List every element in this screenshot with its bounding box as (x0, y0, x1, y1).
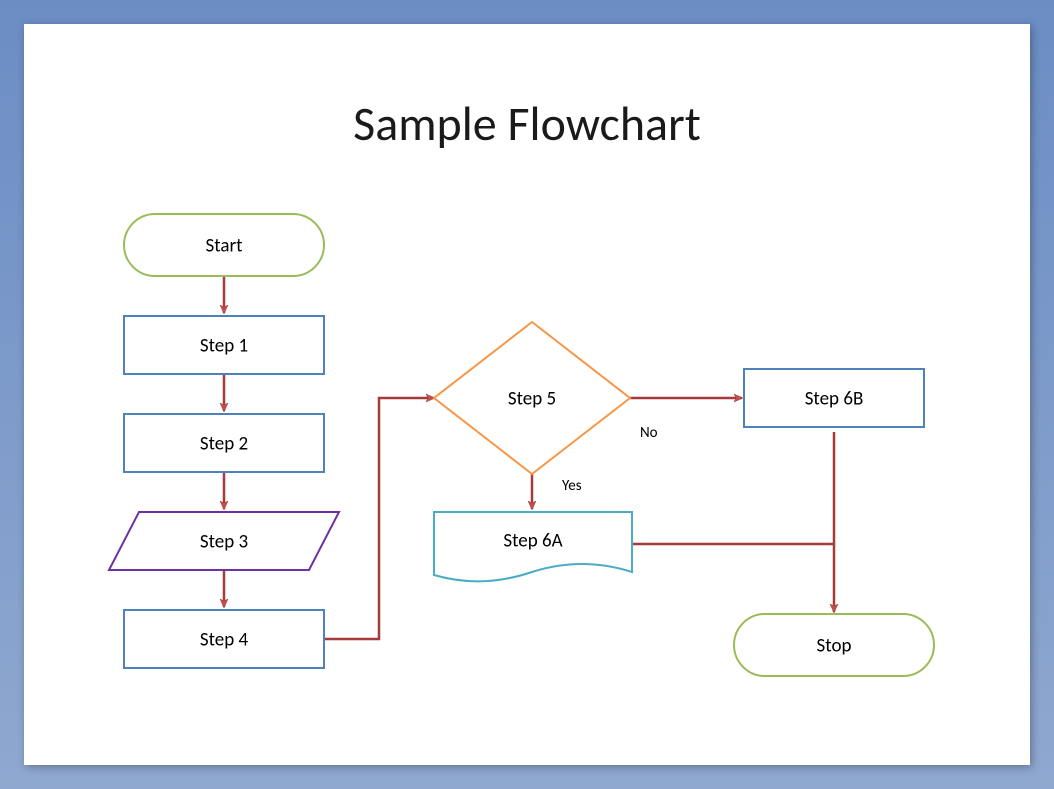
node-step1-label: Step 1 (200, 335, 248, 358)
node-step3: Step 3 (109, 512, 339, 570)
node-step4: Step 4 (124, 610, 324, 668)
node-step6a-label: Step 6A (503, 530, 562, 553)
node-stop: Stop (734, 614, 934, 676)
flowchart-svg: Start Step 1 Step 2 Step 3 Step 4 Step 5 (24, 24, 1030, 765)
node-step6a: Step 6A (434, 512, 632, 581)
edge-label-no: No (640, 424, 658, 442)
node-step5-label: Step 5 (508, 388, 556, 411)
slide-canvas: Sample Flowchart (24, 24, 1030, 765)
node-step6b-label: Step 6B (805, 388, 864, 411)
node-step4-label: Step 4 (200, 629, 249, 652)
node-step6b: Step 6B (744, 369, 924, 427)
node-start-label: Start (206, 235, 244, 258)
node-step3-label: Step 3 (200, 531, 248, 554)
edge-label-yes: Yes (562, 477, 582, 495)
node-start: Start (124, 214, 324, 276)
node-step1: Step 1 (124, 316, 324, 374)
node-step5: Step 5 (434, 322, 630, 474)
node-stop-label: Stop (817, 635, 852, 658)
node-step2: Step 2 (124, 414, 324, 472)
node-step2-label: Step 2 (200, 433, 248, 456)
